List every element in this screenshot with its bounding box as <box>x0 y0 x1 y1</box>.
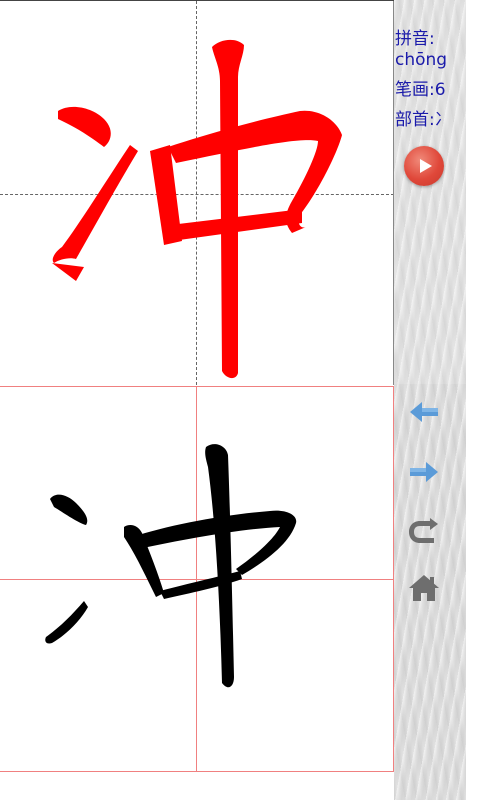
app-screen: 拼音: chōng 笔画:6 部首:冫 <box>0 0 480 800</box>
redo-icon <box>409 518 438 543</box>
redo-button[interactable] <box>406 512 442 548</box>
radical-label: 部首: <box>395 110 435 130</box>
stroke-animation-panel <box>0 0 394 385</box>
stroke-demo-character <box>52 39 342 379</box>
strokes-info: 笔画:6 <box>395 80 446 100</box>
stroke-center-vertical <box>212 39 244 379</box>
pinyin-label: 拼音: <box>395 29 435 49</box>
strokes-value: 6 <box>434 80 446 100</box>
brush-dot-top <box>50 494 88 525</box>
sidebar: 拼音: chōng 笔画:6 部首:冫 <box>394 0 466 800</box>
calligraphy-grid-panel <box>0 386 394 772</box>
home-icon <box>409 575 439 601</box>
next-button[interactable] <box>406 454 442 490</box>
brush-center-vertical <box>205 444 234 688</box>
stroke-dot-top <box>58 106 111 147</box>
previous-button[interactable] <box>406 394 442 430</box>
arrow-left-icon <box>410 402 438 422</box>
pinyin-value: chōng <box>395 50 448 70</box>
brush-rise <box>45 601 88 644</box>
calligraphy-character <box>45 444 297 688</box>
play-button[interactable] <box>404 146 444 186</box>
radical-value: 冫 <box>434 110 452 130</box>
screen-edge <box>466 0 480 800</box>
radical-info: 部首:冫 <box>395 110 452 130</box>
arrow-right-icon <box>410 462 438 482</box>
strokes-label: 笔画: <box>395 80 435 100</box>
stroke-rise <box>52 145 138 281</box>
home-button[interactable] <box>406 570 442 606</box>
stroke-box-top-right <box>168 110 342 233</box>
